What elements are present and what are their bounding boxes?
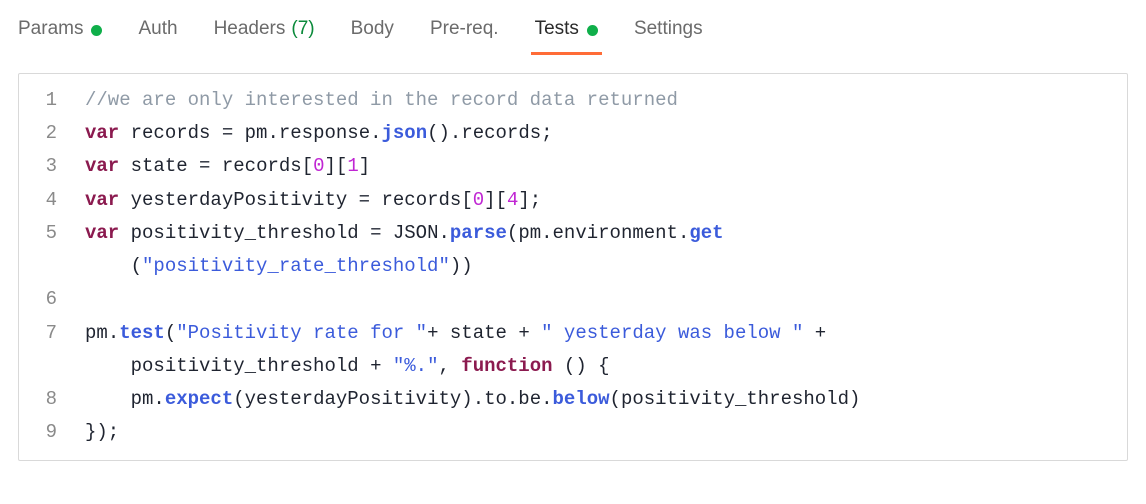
code-line: 6 xyxy=(19,283,1127,316)
tab-headers[interactable]: Headers (7) xyxy=(196,18,333,55)
code-content xyxy=(75,283,110,316)
line-number: 9 xyxy=(19,416,75,449)
line-number: 8 xyxy=(19,383,75,416)
tab-tests[interactable]: Tests xyxy=(517,18,616,55)
line-number: 1 xyxy=(19,84,75,117)
line-number: 3 xyxy=(19,150,75,183)
tab-label: Settings xyxy=(634,18,703,41)
code-line: ("positivity_rate_threshold")) xyxy=(19,250,1127,283)
status-dot-icon xyxy=(587,25,598,36)
tab-label: Headers xyxy=(214,18,286,41)
code-line: positivity_threshold + "%.", function ()… xyxy=(19,350,1127,383)
line-number: 5 xyxy=(19,217,75,250)
code-line: 1 //we are only interested in the record… xyxy=(19,84,1127,117)
code-line: 2 var records = pm.response.json().recor… xyxy=(19,117,1127,150)
code-content: var yesterdayPositivity = records[0][4]; xyxy=(75,184,555,217)
code-line: 8 pm.expect(yesterdayPositivity).to.be.b… xyxy=(19,383,1127,416)
code-line: 3 var state = records[0][1] xyxy=(19,150,1127,183)
code-line: 4 var yesterdayPositivity = records[0][4… xyxy=(19,184,1127,217)
tab-pre-req[interactable]: Pre-req. xyxy=(412,18,517,55)
code-content: var positivity_threshold = JSON.parse(pm… xyxy=(75,217,738,250)
tab-settings[interactable]: Settings xyxy=(616,18,721,55)
code-content: pm.expect(yesterdayPositivity).to.be.bel… xyxy=(75,383,874,416)
code-content: ("positivity_rate_threshold")) xyxy=(75,250,487,283)
code-content: }); xyxy=(75,416,133,449)
line-number: 4 xyxy=(19,184,75,217)
tab-label: Tests xyxy=(535,18,579,41)
line-number: 2 xyxy=(19,117,75,150)
code-content: var state = records[0][1] xyxy=(75,150,384,183)
tab-label: Body xyxy=(351,18,394,41)
code-line: 7 pm.test("Positivity rate for "+ state … xyxy=(19,317,1127,350)
tab-body[interactable]: Body xyxy=(333,18,412,55)
request-tabs: Params Auth Headers (7) Body Pre-req. Te… xyxy=(0,0,1146,55)
code-content: var records = pm.response.json().records… xyxy=(75,117,567,150)
status-dot-icon xyxy=(91,25,102,36)
tab-label: Pre-req. xyxy=(430,18,499,41)
tab-label: Params xyxy=(18,18,83,41)
code-line: 5 var positivity_threshold = JSON.parse(… xyxy=(19,217,1127,250)
code-editor[interactable]: 1 //we are only interested in the record… xyxy=(18,73,1128,461)
code-content: pm.test("Positivity rate for "+ state + … xyxy=(75,317,840,350)
headers-count: (7) xyxy=(291,18,314,41)
code-content: positivity_threshold + "%.", function ()… xyxy=(75,350,624,383)
tab-params[interactable]: Params xyxy=(18,18,120,55)
line-number: 7 xyxy=(19,317,75,350)
code-line: 9 }); xyxy=(19,416,1127,449)
code-content: //we are only interested in the record d… xyxy=(75,84,692,117)
tab-auth[interactable]: Auth xyxy=(120,18,195,55)
tab-label: Auth xyxy=(138,18,177,41)
line-number: 6 xyxy=(19,283,75,316)
